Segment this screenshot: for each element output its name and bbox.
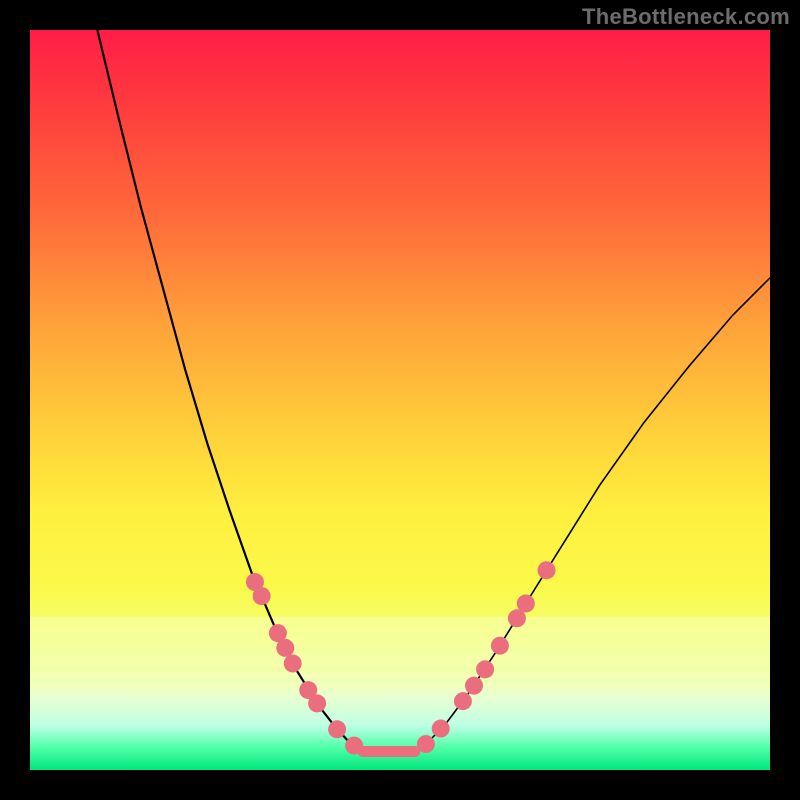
watermark-label: TheBottleneck.com xyxy=(582,4,790,30)
bottom-stripe xyxy=(30,682,770,689)
data-dot-right xyxy=(538,561,556,579)
data-dot-right xyxy=(465,677,483,695)
data-dot-left xyxy=(308,694,326,712)
data-dot-left xyxy=(345,737,363,755)
chart-overlay-svg xyxy=(30,30,770,770)
data-dot-right xyxy=(476,660,494,678)
bottom-stripe xyxy=(30,672,770,679)
chart-plot-area xyxy=(30,30,770,770)
data-dot-right xyxy=(491,637,509,655)
bottom-stripe xyxy=(30,617,770,667)
data-dot-left xyxy=(284,654,302,672)
chart-stage: TheBottleneck.com xyxy=(0,0,800,800)
data-dot-right xyxy=(432,720,450,738)
data-dot-right xyxy=(517,595,535,613)
data-dot-right xyxy=(417,735,435,753)
data-dot-left xyxy=(328,720,346,738)
data-dot-left xyxy=(253,587,271,605)
data-dot-right xyxy=(454,692,472,710)
data-dot-left xyxy=(276,639,294,657)
bottom-stripe-group xyxy=(30,617,770,689)
